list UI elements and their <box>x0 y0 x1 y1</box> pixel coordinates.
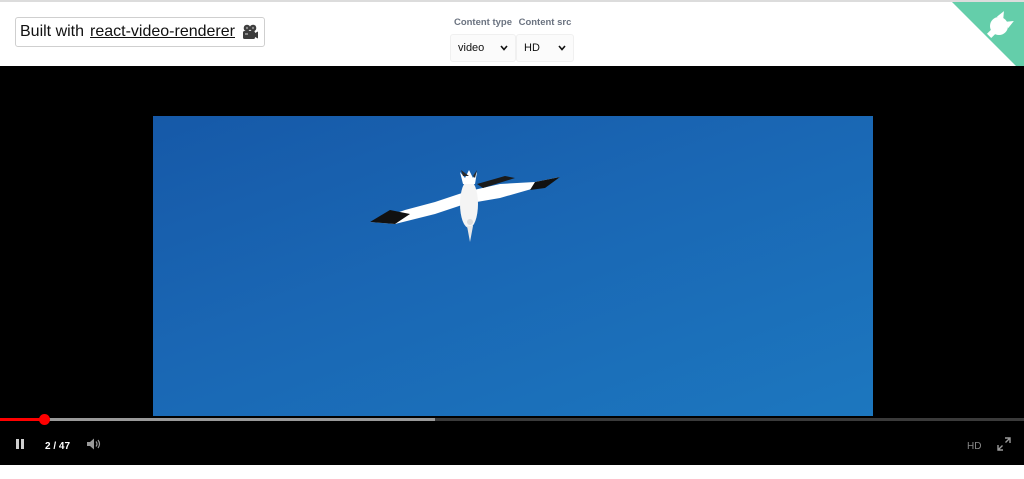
quality-label[interactable]: HD <box>967 431 981 461</box>
volume-icon <box>86 437 102 456</box>
progress-bar[interactable] <box>0 414 1024 425</box>
pause-icon <box>14 437 26 455</box>
content-type-label: Content type <box>453 17 513 28</box>
content-type-value: video <box>458 42 485 54</box>
progress-played <box>0 418 44 421</box>
react-video-renderer-link[interactable]: react-video-renderer <box>90 23 235 41</box>
control-bar: 2 / 47 HD <box>0 431 1024 461</box>
content-src-select[interactable]: HD <box>516 34 574 62</box>
progress-buffered <box>0 418 436 421</box>
gannet-bird-image <box>370 170 560 242</box>
video-player[interactable]: 2 / 47 HD <box>0 66 1024 465</box>
content-src-value: HD <box>524 42 540 54</box>
content-type-field: Content type video <box>450 17 516 62</box>
volume-button[interactable] <box>86 431 102 461</box>
fullscreen-button[interactable] <box>997 431 1011 461</box>
chevron-down-icon <box>558 42 566 54</box>
content-type-select[interactable]: video <box>450 34 516 62</box>
built-with-text: Built with <box>20 23 85 40</box>
time-display: 2 / 47 <box>45 440 71 452</box>
chevron-down-icon <box>500 42 508 54</box>
built-with-badge: Built with react-video-renderer <box>15 17 265 47</box>
fullscreen-icon <box>997 436 1011 456</box>
pause-button[interactable] <box>14 431 26 461</box>
content-src-field: Content src HD <box>516 17 574 62</box>
film-camera-icon <box>241 23 259 41</box>
header-bar: Built with react-video-renderer Content … <box>0 2 1024 66</box>
progress-handle[interactable] <box>38 414 50 425</box>
video-frame[interactable] <box>153 116 873 416</box>
content-src-label: Content src <box>518 17 572 28</box>
github-corner-icon[interactable] <box>952 2 1024 74</box>
